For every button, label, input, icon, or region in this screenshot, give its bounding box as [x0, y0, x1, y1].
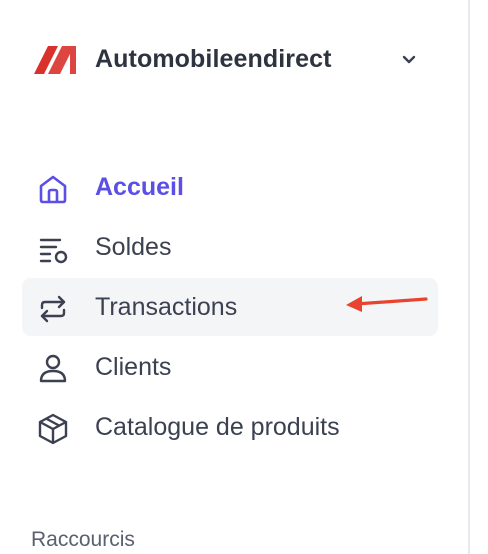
home-icon	[39, 175, 67, 204]
brand-logo-icon	[34, 46, 76, 74]
shortcuts-section-title: Raccourcis	[31, 528, 135, 551]
balances-list-icon	[39, 238, 68, 264]
account-switcher[interactable]: Automobileendirect	[22, 30, 438, 88]
chevron-down-icon[interactable]	[400, 52, 418, 68]
user-icon	[39, 354, 67, 383]
box-icon	[38, 413, 68, 445]
sidebar-item-label: Accueil	[95, 173, 184, 201]
sidebar-item-label: Soldes	[95, 233, 172, 261]
arrows-swap-icon	[40, 295, 66, 323]
sidebar-divider	[468, 0, 470, 554]
annotation-arrow-icon	[346, 296, 428, 312]
sidebar-item-soldes[interactable]: Soldes	[22, 218, 438, 276]
sidebar-item-label: Transactions	[95, 293, 238, 321]
account-name: Automobileendirect	[95, 45, 332, 73]
sidebar: Automobileendirect Accueil Soldes Transa…	[0, 0, 468, 554]
sidebar-item-catalogue[interactable]: Catalogue de produits	[22, 398, 438, 456]
sidebar-item-clients[interactable]: Clients	[22, 338, 438, 396]
sidebar-item-accueil[interactable]: Accueil	[22, 158, 438, 216]
sidebar-item-label: Catalogue de produits	[95, 413, 340, 441]
sidebar-item-label: Clients	[95, 353, 172, 381]
